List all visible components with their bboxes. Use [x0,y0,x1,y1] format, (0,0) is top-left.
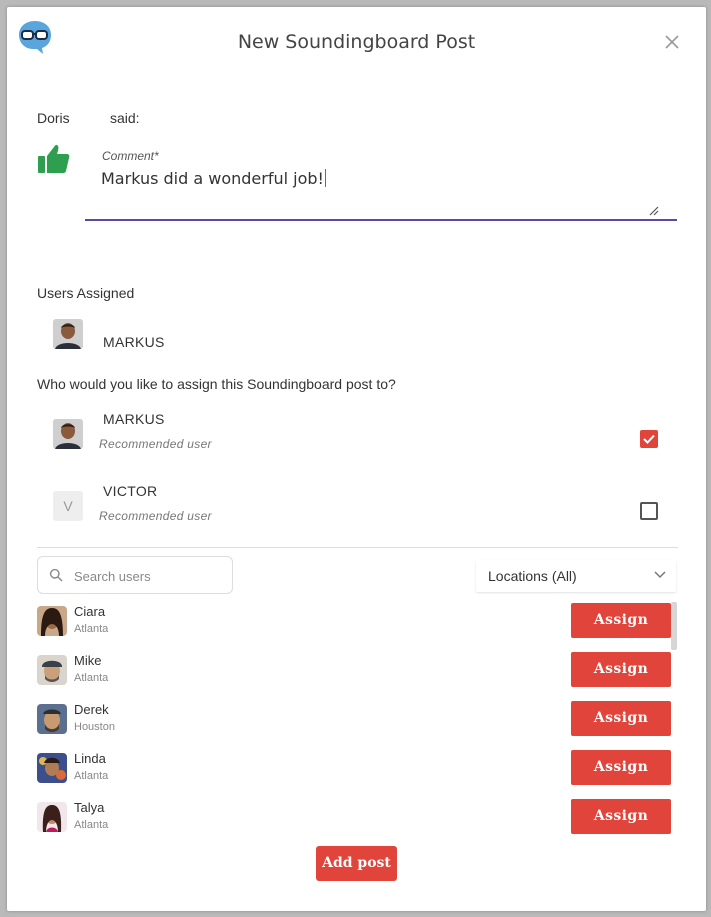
close-icon[interactable] [663,33,681,51]
add-post-button[interactable]: Add post [316,846,397,881]
assigned-user-avatar [53,319,83,349]
assign-question: Who would you like to assign this Soundi… [37,376,396,392]
assigned-user-name: MARKUS [103,334,165,350]
text-caret [324,169,326,187]
user-name: Ciara [74,604,106,619]
user-location: Houston [74,721,115,733]
chevron-down-icon [654,571,666,579]
assign-button[interactable]: Assign [571,750,671,785]
recommended-user-subtitle: Recommended user [99,437,212,451]
assign-button[interactable]: Assign [571,603,671,638]
user-location: Atlanta [74,623,109,635]
assign-button[interactable]: Assign [571,701,671,736]
recommended-user-avatar-initial: V [53,491,83,521]
recommended-user-subtitle: Recommended user [99,509,212,523]
user-location: Atlanta [74,819,109,831]
recommended-user-checkbox[interactable] [640,502,658,520]
user-location: Atlanta [74,770,109,782]
user-avatar [37,704,67,734]
locations-dropdown[interactable]: Locations (All) [476,560,676,592]
new-post-modal: New Soundingboard Post Doris said: Comme… [7,7,706,911]
comment-value: Markus did a wonderful job! [101,169,324,188]
recommended-user-avatar [53,419,83,449]
comment-textarea[interactable]: Markus did a wonderful job! [85,167,677,221]
resize-handle-icon[interactable] [649,203,659,216]
assign-button[interactable]: Assign [571,799,671,834]
user-location: Atlanta [74,672,109,684]
user-name: Mike [74,653,102,668]
recommended-user-name: MARKUS [103,411,165,427]
recommended-user-name: VICTOR [103,483,158,499]
thumbs-up-icon[interactable] [37,143,71,175]
said-label: said: [110,110,140,126]
user-avatar [37,606,67,636]
user-name: Derek [74,702,109,717]
comment-label: Comment* [102,149,159,163]
user-name: Talya [74,800,105,815]
user-list-scrollbar[interactable] [671,602,677,650]
recommended-user-checkbox[interactable] [640,430,658,448]
user-avatar [37,802,67,832]
user-avatar [37,753,67,783]
checkmark-icon [643,434,655,444]
user-name: Linda [74,751,106,766]
locations-selected: Locations (All) [488,568,577,584]
search-box[interactable] [37,556,233,594]
search-icon [49,568,63,582]
user-avatar [37,655,67,685]
assign-button[interactable]: Assign [571,652,671,687]
author-name: Doris [37,110,70,126]
search-input[interactable] [74,566,224,586]
divider [37,547,678,548]
users-assigned-label: Users Assigned [37,285,135,301]
modal-title: New Soundingboard Post [237,31,476,53]
